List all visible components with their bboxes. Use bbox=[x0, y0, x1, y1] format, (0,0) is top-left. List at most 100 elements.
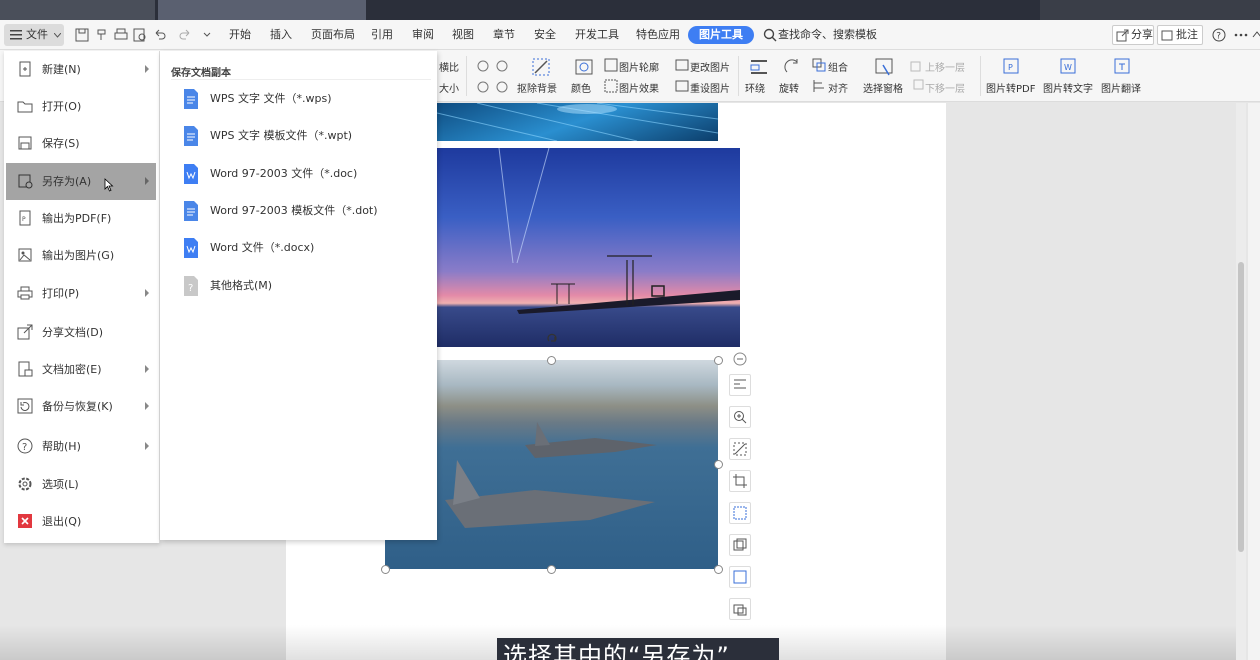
float-more-button[interactable] bbox=[729, 598, 751, 620]
tab-developer[interactable]: 开发工具 bbox=[575, 20, 619, 50]
picture-translate-label[interactable]: 图片翻译 bbox=[1101, 80, 1141, 95]
resize-handle-bottom-left[interactable] bbox=[381, 565, 390, 574]
tab-start[interactable]: 开始 bbox=[229, 20, 251, 50]
format-painter-icon[interactable] bbox=[94, 27, 110, 43]
align-label[interactable]: 对齐 bbox=[828, 80, 848, 95]
rotate-label[interactable]: 旋转 bbox=[779, 80, 799, 95]
file-menu-item-save[interactable]: 保存(S) bbox=[4, 125, 160, 162]
brightness-down-icon[interactable] bbox=[493, 57, 511, 75]
save-as-docx[interactable]: Word 文件（*.docx) bbox=[160, 233, 437, 263]
file-menu-item-options[interactable]: 选项(L) bbox=[4, 466, 160, 503]
float-zoom-button[interactable] bbox=[729, 406, 751, 428]
file-menu-item-export-pdf[interactable]: P 输出为PDF(F) bbox=[4, 200, 160, 237]
redo-icon[interactable] bbox=[177, 27, 193, 43]
print-preview-icon[interactable] bbox=[132, 27, 148, 43]
contrast-up-icon[interactable] bbox=[474, 78, 492, 96]
file-menu-button[interactable]: 文件 bbox=[4, 24, 64, 46]
right-side-panel[interactable] bbox=[1248, 103, 1260, 660]
picture-to-text-icon[interactable]: W bbox=[1058, 56, 1080, 78]
picture-to-pdf-icon[interactable]: P bbox=[1001, 56, 1023, 78]
file-menu-item-share[interactable]: 分享文档(D) bbox=[4, 314, 160, 351]
float-crop-button[interactable] bbox=[729, 470, 751, 492]
wrap-label[interactable]: 环绕 bbox=[745, 80, 765, 95]
annotate-button[interactable]: 批注 bbox=[1157, 25, 1203, 45]
float-wrap-button[interactable] bbox=[729, 374, 751, 396]
file-menu-item-print[interactable]: 打印(P) bbox=[4, 275, 160, 312]
crop-ratio-label[interactable]: 横比 bbox=[439, 59, 459, 74]
reset-picture-icon[interactable] bbox=[675, 79, 689, 93]
tab-special-apps[interactable]: 特色应用 bbox=[636, 20, 680, 50]
scrollbar-thumb[interactable] bbox=[1238, 262, 1244, 552]
color-label[interactable]: 颜色 bbox=[571, 80, 591, 95]
tab-references[interactable]: 引用 bbox=[371, 20, 393, 50]
contrast-down-icon[interactable] bbox=[493, 78, 511, 96]
tab-picture-tools[interactable]: 图片工具 bbox=[688, 26, 754, 44]
help-icon[interactable]: ? bbox=[1211, 27, 1227, 43]
remove-background-icon[interactable] bbox=[530, 56, 552, 78]
group-label[interactable]: 组合 bbox=[828, 59, 848, 74]
resize-handle-top[interactable] bbox=[547, 356, 556, 365]
save-as-doc[interactable]: Word 97-2003 文件（*.doc) bbox=[160, 159, 437, 189]
float-adjust-button[interactable] bbox=[729, 502, 751, 524]
save-as-other-formats[interactable]: ? 其他格式(M) bbox=[160, 271, 437, 301]
wrap-text-icon[interactable] bbox=[748, 56, 770, 78]
resize-handle-bottom[interactable] bbox=[547, 565, 556, 574]
share-button[interactable]: 分享 bbox=[1112, 25, 1154, 45]
rotate-icon[interactable] bbox=[781, 56, 803, 78]
picture-effect-icon[interactable] bbox=[604, 79, 618, 93]
collapse-ribbon-icon[interactable] bbox=[1251, 27, 1260, 43]
size-label[interactable]: 大小 bbox=[439, 80, 459, 95]
print-quick-icon[interactable] bbox=[113, 27, 129, 43]
customize-toolbar-icon[interactable] bbox=[199, 27, 215, 43]
remove-background-label[interactable]: 抠除背景 bbox=[517, 80, 557, 95]
file-menu-item-encrypt[interactable]: 文档加密(E) bbox=[4, 351, 160, 388]
undo-icon[interactable] bbox=[152, 27, 168, 43]
file-menu-item-open[interactable]: 打开(O) bbox=[4, 88, 160, 125]
file-menu-item-new[interactable]: 新建(N) bbox=[4, 51, 160, 88]
align-icon[interactable] bbox=[812, 79, 826, 93]
picture-translate-icon[interactable] bbox=[1112, 56, 1134, 78]
picture-effect-label[interactable]: 图片效果 bbox=[619, 80, 659, 95]
resize-handle-top-right[interactable] bbox=[714, 356, 723, 365]
picture-pier-sunset[interactable] bbox=[437, 148, 740, 347]
picture-tech-blue[interactable] bbox=[437, 103, 718, 141]
tab-chapter[interactable]: 章节 bbox=[493, 20, 515, 50]
save-as-wpt[interactable]: WPS 文字 模板文件（*.wpt) bbox=[160, 121, 437, 151]
more-icon[interactable] bbox=[1233, 27, 1249, 43]
reset-picture-label[interactable]: 重设图片 bbox=[690, 80, 730, 95]
save-as-dot[interactable]: Word 97-2003 模板文件（*.dot) bbox=[160, 196, 437, 226]
selection-pane-icon[interactable] bbox=[873, 56, 895, 78]
save-as-wps[interactable]: WPS 文字 文件（*.wps) bbox=[160, 84, 437, 114]
float-to-text-button[interactable] bbox=[729, 566, 751, 588]
selection-pane-label[interactable]: 选择窗格 bbox=[863, 80, 903, 95]
group-icon[interactable] bbox=[812, 58, 826, 72]
tab-view[interactable]: 视图 bbox=[452, 20, 474, 50]
file-menu-item-exit[interactable]: 退出(Q) bbox=[4, 503, 160, 540]
tab-security[interactable]: 安全 bbox=[534, 20, 556, 50]
color-icon[interactable] bbox=[573, 56, 595, 78]
picture-outline-icon[interactable] bbox=[604, 58, 618, 72]
picture-to-text-label[interactable]: 图片转文字 bbox=[1043, 80, 1093, 95]
picture-to-pdf-label[interactable]: 图片转PDF bbox=[986, 80, 1035, 95]
file-menu-item-save-as[interactable]: 另存为(A) bbox=[6, 163, 156, 200]
tab-review[interactable]: 审阅 bbox=[412, 20, 434, 50]
file-menu-item-help[interactable]: ? 帮助(H) bbox=[4, 428, 160, 465]
change-picture-label[interactable]: 更改图片 bbox=[690, 59, 730, 74]
float-remove-bg-button[interactable] bbox=[729, 438, 751, 460]
window-controls[interactable] bbox=[1040, 0, 1260, 20]
tab-insert[interactable]: 插入 bbox=[270, 20, 292, 50]
tab-page-layout[interactable]: 页面布局 bbox=[311, 20, 355, 50]
resize-handle-bottom-right[interactable] bbox=[714, 565, 723, 574]
rotate-handle-icon[interactable] bbox=[546, 333, 558, 345]
command-search[interactable]: 查找命令、搜索模板 bbox=[778, 20, 877, 50]
brightness-up-icon[interactable] bbox=[474, 57, 492, 75]
save-quick-icon[interactable] bbox=[74, 27, 90, 43]
picture-outline-label[interactable]: 图片轮廓 bbox=[619, 59, 659, 74]
file-menu-item-export-image[interactable]: 输出为图片(G) bbox=[4, 237, 160, 274]
resize-handle-right[interactable] bbox=[714, 460, 723, 469]
float-replace-button[interactable] bbox=[729, 534, 751, 556]
document-tab[interactable] bbox=[158, 0, 366, 20]
collapse-toolbar-icon[interactable] bbox=[733, 352, 747, 366]
file-menu-item-backup[interactable]: 备份与恢复(K) bbox=[4, 388, 160, 425]
change-picture-icon[interactable] bbox=[675, 58, 689, 72]
